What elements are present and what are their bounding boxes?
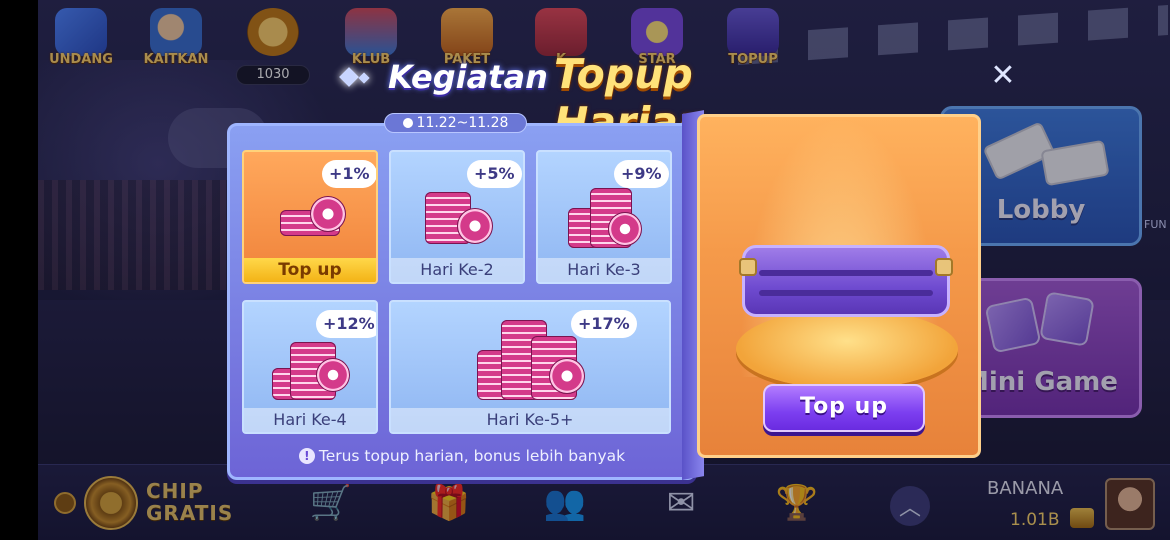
title-kegiatan: Kegiatan: [388, 58, 548, 96]
event-date-range: 11.22~11.28: [384, 113, 527, 133]
info-icon: !: [298, 448, 315, 464]
chip-icon: [316, 358, 350, 392]
day-card-3[interactable]: +9% Hari Ke-3: [536, 150, 672, 284]
treasure-box-icon: [739, 245, 953, 317]
bonus-badge: +12%: [316, 310, 376, 338]
day-card-2[interactable]: +5% Hari Ke-2: [389, 150, 525, 284]
modal-title: Kegiatan Topup Harian: [339, 50, 860, 146]
day-card-1[interactable]: +1% Top up: [242, 150, 378, 284]
bonus-badge: +5%: [467, 160, 522, 188]
topup-button[interactable]: Top up: [763, 384, 925, 432]
note-text: Terus topup harian, bonus lebih banyak: [318, 447, 626, 465]
date-range-text: 11.22~11.28: [416, 115, 509, 131]
day-label: Hari Ke-2: [391, 258, 523, 282]
day-label: Hari Ke-5+: [391, 408, 669, 432]
sparkle-icon: [339, 67, 359, 87]
chip-icon: [608, 212, 642, 246]
bonus-badge: +17%: [571, 310, 637, 338]
pedestal: [736, 309, 958, 389]
day-label: Top up: [244, 258, 376, 282]
chip-icon: [549, 358, 585, 394]
close-icon[interactable]: ✕: [986, 58, 1020, 93]
sparkle-icon: [358, 72, 370, 84]
bonus-note: ! Terus topup harian, bonus lebih banyak: [242, 447, 682, 465]
day-card-5-plus[interactable]: +17% Hari Ke-5+: [389, 300, 671, 434]
chip-icon: [457, 208, 493, 244]
day-label: Hari Ke-3: [538, 258, 670, 282]
clock-icon: [402, 118, 413, 128]
bonus-badge: +9%: [614, 160, 669, 188]
bonus-badge: +1%: [322, 160, 376, 188]
day-label: Hari Ke-4: [244, 408, 376, 432]
day-card-4[interactable]: +12% Hari Ke-4: [242, 300, 378, 434]
chip-icon: [310, 196, 346, 232]
